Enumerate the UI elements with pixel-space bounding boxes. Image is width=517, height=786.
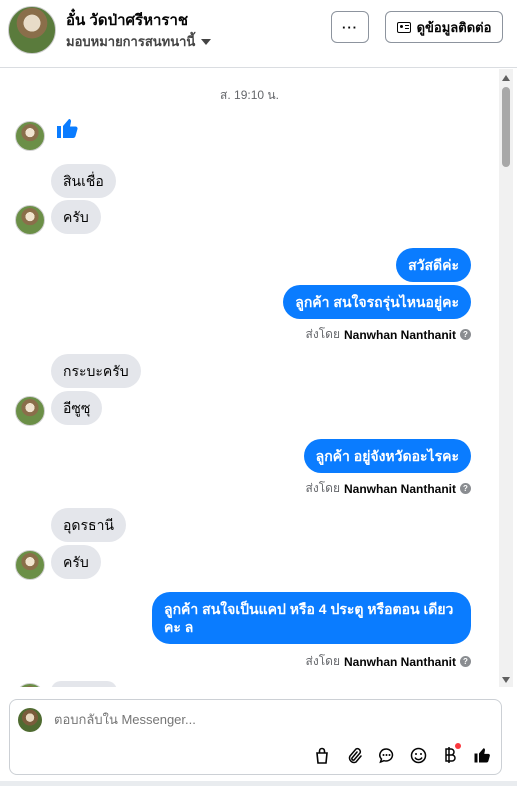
sent-by-name[interactable]: Nanwhan Nanthanit (344, 328, 456, 342)
sender-avatar[interactable] (15, 550, 45, 580)
more-options-button[interactable]: ··· (331, 11, 369, 43)
info-icon[interactable]: ? (460, 329, 471, 340)
window-bottom-edge (0, 781, 517, 786)
sent-by-prefix: ส่งโดย (305, 481, 340, 495)
sent-by-name[interactable]: Nanwhan Nanthanit (344, 482, 456, 496)
message-bubble-outgoing[interactable]: สวัสดีค่ะ (396, 248, 471, 282)
message-bubble-incoming[interactable]: อีซูซุ (51, 391, 103, 425)
sent-by-prefix: ส่งโดย (305, 327, 340, 341)
conversation-header: อั๋น วัดป่าศรีหาราช มอบหมายการสนทนานี้ ·… (0, 0, 517, 68)
message-timestamp: ส. 19:10 น. (220, 88, 279, 102)
like-sticker-icon (57, 119, 78, 138)
view-contact-label: ดูข้อมูลติดต่อ (416, 19, 492, 35)
bag-icon[interactable] (313, 746, 331, 764)
attachment-icon[interactable] (345, 746, 363, 764)
caret-down-icon (201, 38, 212, 45)
scroll-up-arrow-icon[interactable] (502, 75, 510, 81)
reply-composer (9, 699, 502, 775)
message-thread: ส. 19:10 น. สินเชื่อ ครับ สวัสดีค่ะ ลูกค… (0, 69, 499, 687)
sender-avatar[interactable] (15, 683, 45, 687)
message-bubble-incoming[interactable]: กระบะครับ (51, 354, 141, 388)
scroll-down-arrow-icon[interactable] (502, 677, 510, 683)
sent-by-label: ส่งโดย Nanwhan Nanthanit ? (306, 479, 471, 498)
message-bubble-outgoing[interactable]: ลูกค้า อยู่จังหวัดอะไรคะ (303, 439, 471, 473)
message-bubble-incoming[interactable]: ครับ (51, 545, 101, 579)
like-icon[interactable] (473, 746, 491, 764)
message-bubble-outgoing[interactable]: ลูกค้า สนใจรถรุ่นไหนอยู่คะ (283, 285, 471, 319)
saved-replies-icon[interactable] (377, 746, 395, 764)
contact-name[interactable]: อั๋น วัดป่าศรีหาราช (66, 8, 188, 32)
message-bubble-incoming[interactable]: ครับ (51, 200, 101, 234)
sender-avatar[interactable] (15, 396, 45, 426)
emoji-icon[interactable] (409, 746, 427, 764)
page-avatar (18, 708, 42, 732)
sent-by-name[interactable]: Nanwhan Nanthanit (344, 655, 456, 669)
more-dots-icon: ··· (342, 19, 358, 35)
info-icon[interactable]: ? (460, 483, 471, 494)
assign-label: มอบหมายการสนทนานี้ (66, 34, 196, 49)
composer-toolbar (313, 743, 491, 764)
scrollbar-thumb[interactable] (502, 87, 510, 167)
thread-scrollbar[interactable] (499, 69, 513, 687)
sender-avatar[interactable] (15, 121, 45, 151)
sender-avatar[interactable] (15, 205, 45, 235)
sent-by-label: ส่งโดย Nanwhan Nanthanit ? (306, 652, 471, 671)
notification-dot (455, 743, 461, 749)
message-bubble-outgoing[interactable]: ลูกค้า สนใจเป็นแคป หรือ 4 ประตู หรือตอน … (152, 592, 471, 644)
assign-conversation-dropdown[interactable]: มอบหมายการสนทนานี้ (66, 31, 212, 52)
baht-icon[interactable] (441, 743, 461, 764)
message-bubble-incoming-partial[interactable] (51, 681, 117, 687)
info-icon[interactable]: ? (460, 656, 471, 667)
view-contact-button[interactable]: ดูข้อมูลติดต่อ (385, 11, 503, 43)
contact-avatar[interactable] (8, 6, 56, 54)
message-bubble-incoming[interactable]: สินเชื่อ (51, 164, 116, 198)
contact-card-icon (396, 21, 411, 33)
message-bubble-incoming[interactable]: อุดรธานี (51, 508, 126, 542)
reply-input[interactable] (54, 712, 474, 727)
sent-by-label: ส่งโดย Nanwhan Nanthanit ? (306, 325, 471, 344)
sent-by-prefix: ส่งโดย (305, 654, 340, 668)
